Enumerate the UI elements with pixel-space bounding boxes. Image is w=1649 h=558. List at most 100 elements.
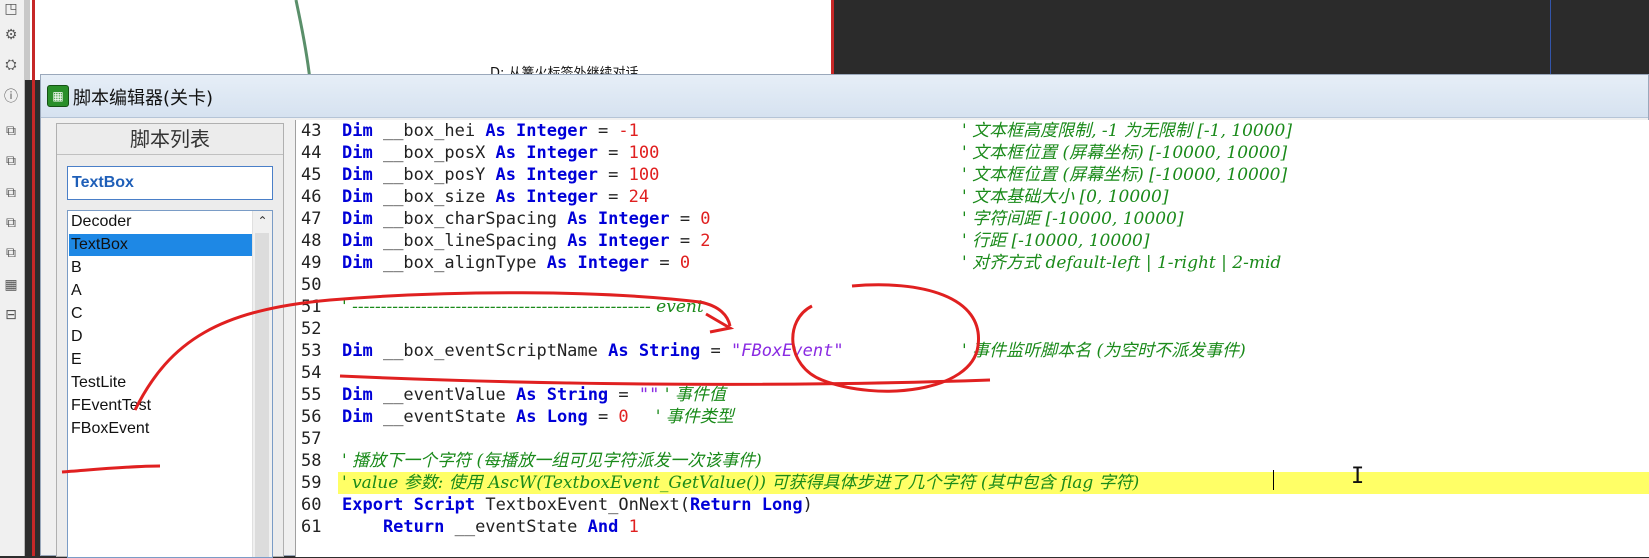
keyword: As xyxy=(608,341,629,361)
ibeam-cursor-icon: I xyxy=(1351,464,1365,489)
keyword: Dim xyxy=(342,231,373,251)
identifier: __box_lineSpacing xyxy=(372,231,568,251)
operator: = xyxy=(608,385,639,405)
line-number: 54 xyxy=(301,363,322,383)
code-line[interactable]: Dim __box_posX As Integer = 100 ' 文本框位置 (… xyxy=(342,142,1649,164)
operator: = xyxy=(597,165,629,185)
type-keyword: Integer xyxy=(526,143,598,163)
identifier: __eventState xyxy=(372,407,517,427)
app-icon: ▦ xyxy=(47,85,69,107)
code-line[interactable]: ' 播放下一个字符 (每播放一组可见字符派发一次该事件) xyxy=(342,450,1649,472)
identifier: __box_eventScriptName xyxy=(372,341,609,361)
list-item[interactable]: B xyxy=(69,257,253,279)
canvas-border-line xyxy=(32,0,35,556)
stack-tool-2-icon[interactable]: ⧉ xyxy=(2,152,20,170)
operator: = xyxy=(669,209,701,229)
number-literal: 100 xyxy=(628,165,660,185)
keyword: Dim xyxy=(342,407,373,427)
operator: = xyxy=(700,341,731,361)
keyword: Dim xyxy=(342,253,373,273)
stack-tool-4-icon[interactable]: ⧉ xyxy=(2,214,20,232)
grid-icon[interactable]: ▦ xyxy=(2,276,20,294)
list-item[interactable]: A xyxy=(69,280,253,302)
comment: ' value 参数: 使用 AscW(TextboxEvent_GetValu… xyxy=(342,473,1140,493)
script-editor-window: ▦ 脚本编辑器(关卡) 脚本列表 Decoder TextBox B A C D… xyxy=(40,74,1649,558)
string-literal: "FBoxEvent" xyxy=(731,341,844,361)
window-title: 脚本编辑器(关卡) xyxy=(73,88,214,109)
line-number: 57 xyxy=(301,429,322,449)
code-line[interactable]: Dim __box_hei As Integer = -1 ' 文本框高度限制, … xyxy=(342,120,1649,142)
comment: ' 文本框位置 (屏幕坐标) [-10000, 10000] xyxy=(962,143,1288,163)
stack-tool-icon[interactable]: ⧉ xyxy=(2,122,20,140)
script-list[interactable]: Decoder TextBox B A C D E TestLite FEven… xyxy=(67,210,273,558)
operator: = xyxy=(597,143,629,163)
code-line[interactable]: Dim __box_posY As Integer = 100 ' 文本框位置 (… xyxy=(342,164,1649,186)
number-literal: 1 xyxy=(618,517,639,537)
window-titlebar[interactable]: ▦ 脚本编辑器(关卡) xyxy=(41,75,1648,118)
keyword: As xyxy=(567,231,588,251)
type-keyword: Integer xyxy=(526,187,598,207)
list-item[interactable]: E xyxy=(69,349,253,371)
keyword: Dim xyxy=(342,209,373,229)
list-item[interactable]: FEventTest xyxy=(69,395,253,417)
identifier: __box_alignType xyxy=(372,253,547,273)
keyword: As xyxy=(516,407,537,427)
identifier: __box_size xyxy=(372,187,496,207)
code-line[interactable]: Dim __box_charSpacing As Integer = 0 ' 字符… xyxy=(342,208,1649,230)
code-line[interactable]: Dim __eventState As Long = 0 ' 事件类型 xyxy=(342,406,1649,428)
keyword: Dim xyxy=(342,187,373,207)
keyword: As xyxy=(495,143,517,163)
line-number: 46 xyxy=(301,187,322,207)
keyword: Dim xyxy=(342,341,373,361)
keyword: Script xyxy=(413,495,476,515)
scroll-up-icon[interactable]: ⌃ xyxy=(253,211,272,231)
type-keyword: String xyxy=(638,341,701,361)
folder-lock-icon[interactable]: ⊟ xyxy=(2,306,20,324)
comment: ' 行距 [-10000, 10000] xyxy=(962,231,1150,251)
number-literal: -1 xyxy=(618,121,639,141)
line-number: 43 xyxy=(301,121,322,141)
keyword: As xyxy=(495,187,517,207)
code-line[interactable]: Export Script TextboxEvent_OnNext(Return… xyxy=(342,494,1649,516)
type-keyword: String xyxy=(546,385,609,405)
number-literal: 0 xyxy=(700,209,711,229)
code-line[interactable]: ' --------------------------------------… xyxy=(342,296,1649,318)
comment: ' 播放下一个字符 (每播放一组可见字符派发一次该事件) xyxy=(342,451,762,471)
code-editor[interactable]: 43 44 45 46 47 48 49 50 51 52 53 54 55 5… xyxy=(295,120,1649,557)
code-line[interactable]: Dim __box_lineSpacing As Integer = 2 ' 行距… xyxy=(342,230,1649,252)
line-number: 60 xyxy=(301,495,322,515)
list-item[interactable]: C xyxy=(69,303,253,325)
operator: = xyxy=(649,253,680,273)
list-scrollbar[interactable]: ⌃ xyxy=(252,211,272,557)
code-line[interactable]: Dim __box_eventScriptName As String = "F… xyxy=(342,340,1649,362)
line-number: 56 xyxy=(301,407,322,427)
code-line-highlighted[interactable]: ' value 参数: 使用 AscW(TextboxEvent_GetValu… xyxy=(338,472,1649,494)
code-line[interactable]: Return __eventState And 1 xyxy=(342,516,1649,538)
stack-tool-3-icon[interactable]: ⧉ xyxy=(2,184,20,202)
operator: = xyxy=(597,187,629,207)
left-toolbar: ◳ ⚙ ⛭ ⓘ ⧉ ⧉ ⧉ ⧉ ⧉ ▦ ⊟ xyxy=(0,0,25,556)
keyword: And xyxy=(587,517,619,537)
line-number: 52 xyxy=(301,319,322,339)
info-tool-icon[interactable]: ⓘ xyxy=(2,88,20,106)
list-item[interactable]: Decoder xyxy=(69,211,253,233)
list-item-selected[interactable]: TextBox xyxy=(69,234,253,256)
line-number: 55 xyxy=(301,385,322,405)
number-literal: 2 xyxy=(700,231,711,251)
code-line[interactable]: Dim __eventValue As String = "" ' 事件值 xyxy=(342,384,1649,406)
type-keyword: Long xyxy=(546,407,588,427)
operator: = xyxy=(669,231,701,251)
stack-tool-5-icon[interactable]: ⧉ xyxy=(2,244,20,262)
type-keyword: Integer xyxy=(516,121,588,141)
code-line[interactable]: Dim __box_size As Integer = 24 ' 文本基础大小 [… xyxy=(342,186,1649,208)
scroll-track[interactable] xyxy=(255,233,269,557)
script-search-input[interactable] xyxy=(67,166,273,200)
code-line[interactable]: Dim __box_alignType As Integer = 0 ' 对齐方式… xyxy=(342,252,1649,274)
identifier: __box_posY xyxy=(372,165,496,185)
line-number: 61 xyxy=(301,517,322,537)
comment: ' 事件值 xyxy=(659,385,726,405)
list-item[interactable]: FBoxEvent xyxy=(69,418,253,440)
keyword: As xyxy=(495,165,517,185)
list-item[interactable]: D xyxy=(69,326,253,348)
list-item[interactable]: TestLite xyxy=(69,372,253,394)
